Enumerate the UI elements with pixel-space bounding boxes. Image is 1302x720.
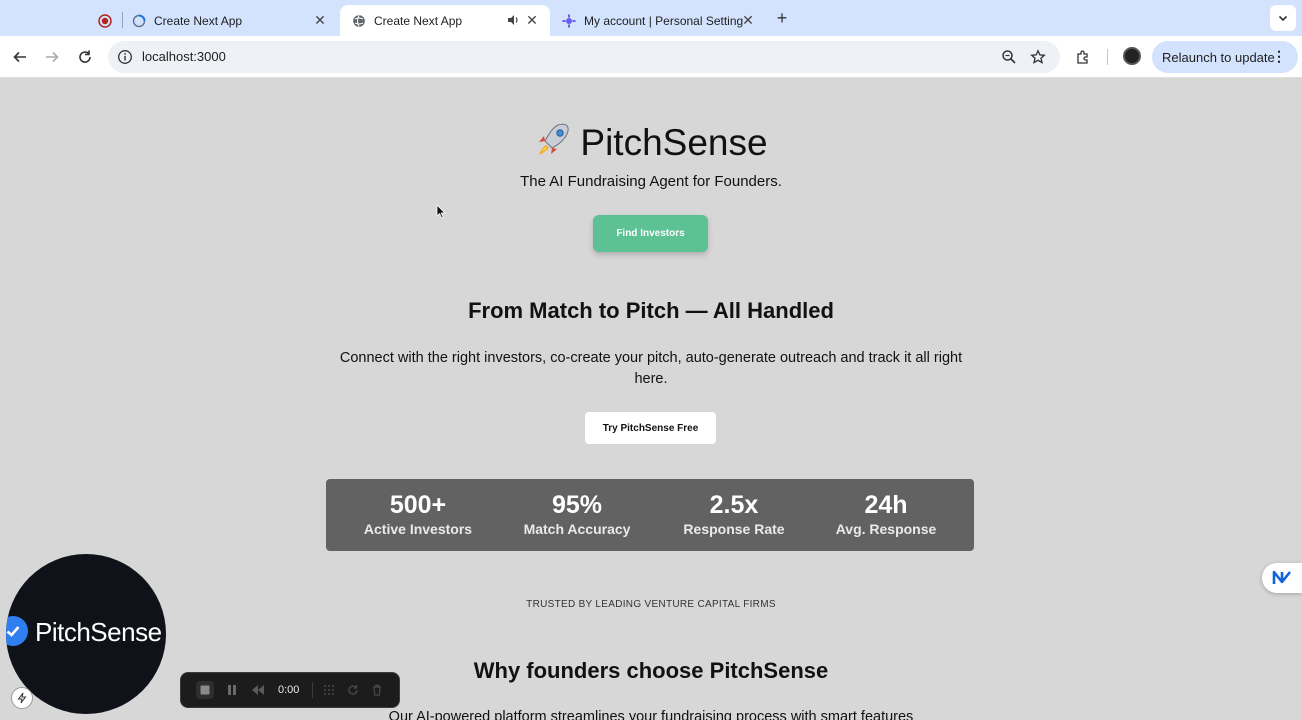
speaker-icon[interactable]: [506, 13, 520, 30]
browser-toolbar: localhost:3000 Relaunch to update ⋮: [0, 36, 1302, 78]
trusted-by-text: TRUSTED BY LEADING VENTURE CAPITAL FIRMS: [526, 599, 776, 610]
profile-avatar[interactable]: [1123, 47, 1141, 65]
forward-icon[interactable]: [40, 45, 64, 69]
stat-value: 500+: [389, 491, 447, 519]
stat-value: 24h: [864, 491, 908, 519]
mouse-cursor-icon: [436, 204, 446, 219]
tab-create-next-app-1[interactable]: Create Next App ✕: [120, 5, 338, 36]
toolbar-divider: [1107, 49, 1108, 65]
tab-title: Create Next App: [154, 13, 243, 28]
zoom-icon[interactable]: [1001, 49, 1017, 65]
close-tab-icon[interactable]: ✕: [524, 12, 540, 28]
stat-avg-response: 24h Avg. Response: [806, 489, 966, 537]
restart-icon[interactable]: [346, 683, 360, 697]
n-extension-badge-icon[interactable]: [1262, 563, 1302, 593]
recorder-divider: [312, 682, 313, 698]
gear-favicon: [562, 14, 576, 28]
stat-response-rate: 2.5x Response Rate: [654, 489, 814, 537]
tab-title: Create Next App: [374, 13, 463, 28]
why-description: Our AI-powered platform streamlines your…: [388, 709, 914, 720]
try-free-button[interactable]: Try PitchSense Free: [585, 412, 716, 444]
stat-value: 95%: [551, 491, 603, 519]
stats-panel: 500+ Active Investors 95% Match Accuracy…: [326, 479, 974, 551]
close-tab-icon[interactable]: ✕: [740, 12, 756, 28]
stat-match-accuracy: 95% Match Accuracy: [497, 489, 657, 537]
camera-label: PitchSense: [35, 617, 162, 647]
menu-kebab-icon[interactable]: ⋮: [1272, 49, 1286, 63]
reload-icon[interactable]: [73, 45, 97, 69]
extensions-icon[interactable]: [1071, 45, 1095, 69]
checkmark-icon: [6, 616, 28, 646]
tab-recording[interactable]: [86, 5, 120, 36]
stop-icon[interactable]: [196, 681, 214, 699]
globe-icon: [352, 14, 366, 28]
site-info-icon[interactable]: [117, 49, 133, 65]
loading-globe-icon: [132, 14, 146, 28]
hero-subtitle: The AI Fundraising Agent for Founders.: [520, 173, 782, 190]
tab-create-next-app-active[interactable]: Create Next App ✕: [340, 5, 550, 36]
rocket-icon: [534, 121, 572, 159]
relaunch-button[interactable]: Relaunch to update ⋮: [1152, 41, 1298, 73]
recording-timer: 0:00: [278, 684, 300, 696]
tab-search-chevron-icon[interactable]: [1270, 5, 1296, 31]
page-content: PitchSense The AI Fundraising Agent for …: [0, 79, 1302, 720]
section-description: Connect with the right investors, co-cre…: [339, 350, 963, 387]
hero-title-text: PitchSense: [580, 122, 768, 163]
tab-strip: Create Next App ✕ Create Next App ✕ My a…: [0, 0, 1302, 36]
section-title: From Match to Pitch — All Handled: [468, 298, 834, 323]
new-tab-icon[interactable]: +: [772, 8, 792, 28]
pause-icon[interactable]: [225, 683, 239, 697]
trash-icon[interactable]: [370, 683, 384, 697]
stat-label: Avg. Response: [835, 521, 937, 537]
record-icon: [98, 13, 112, 28]
url-text: localhost:3000: [142, 49, 226, 64]
recording-controls: 0:00: [180, 672, 400, 708]
grid-dots-icon[interactable]: [322, 683, 336, 697]
lightning-icon[interactable]: [11, 687, 33, 709]
stat-value: 2.5x: [709, 491, 759, 519]
tab-my-account[interactable]: My account | Personal Setting ✕: [550, 5, 766, 36]
find-investors-button[interactable]: Find Investors: [593, 215, 708, 252]
address-bar[interactable]: localhost:3000: [108, 41, 1060, 73]
close-tab-icon[interactable]: ✕: [312, 12, 328, 28]
stat-label: Match Accuracy: [523, 521, 631, 537]
hero-title: PitchSense: [0, 121, 1302, 164]
stat-label: Response Rate: [683, 521, 785, 537]
bookmark-star-icon[interactable]: [1030, 49, 1046, 65]
stat-label: Active Investors: [363, 521, 473, 537]
back-icon[interactable]: [8, 45, 32, 69]
rewind-icon[interactable]: [251, 683, 265, 697]
tab-title: My account | Personal Setting: [584, 13, 744, 28]
relaunch-label: Relaunch to update: [1162, 49, 1275, 65]
stat-active-investors: 500+ Active Investors: [338, 489, 498, 537]
